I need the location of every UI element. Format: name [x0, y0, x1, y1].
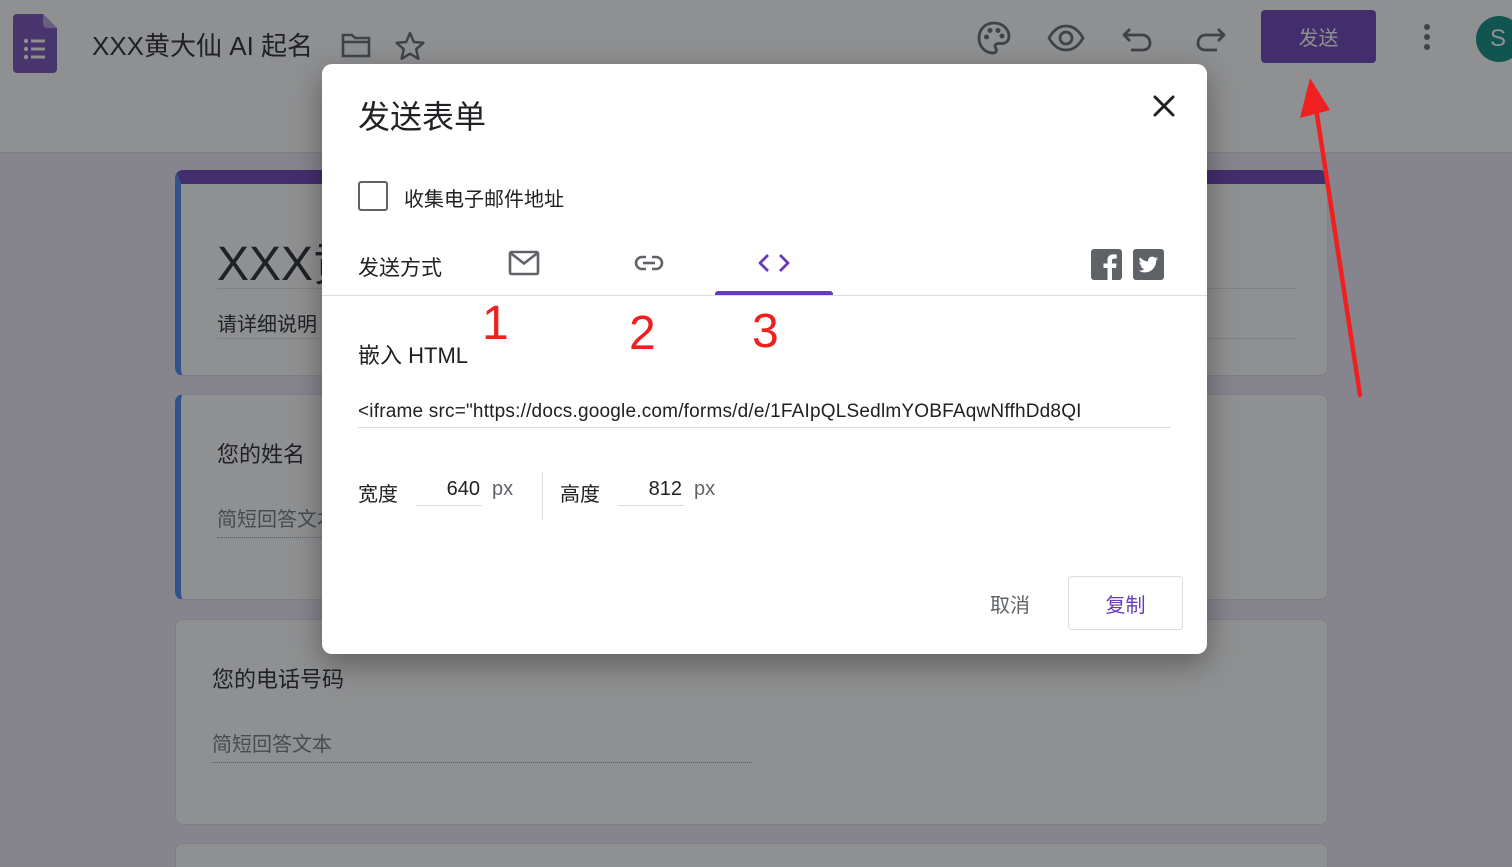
height-unit: px [694, 478, 716, 500]
height-label: 高度 [560, 484, 600, 506]
send-via-label: 发送方式 [358, 257, 442, 280]
height-input[interactable] [618, 474, 684, 506]
annotation-number-1: 1 [482, 297, 509, 350]
width-label: 宽度 [358, 484, 398, 506]
embed-html-label: 嵌入 HTML [358, 343, 469, 368]
twitter-share-button[interactable] [1133, 249, 1164, 280]
annotation-number-3: 3 [752, 305, 779, 358]
tab-email[interactable] [465, 232, 583, 294]
tab-divider [322, 295, 1207, 296]
link-icon [634, 255, 664, 271]
annotation-number-2: 2 [629, 307, 656, 360]
dialog-title: 发送表单 [358, 99, 487, 135]
cancel-button[interactable]: 取消 [968, 580, 1052, 626]
twitter-icon [1138, 256, 1158, 273]
close-icon[interactable] [1146, 88, 1182, 124]
code-icon [758, 254, 790, 272]
facebook-icon [1103, 254, 1117, 280]
embed-code-field[interactable] [358, 396, 1171, 428]
mail-icon [508, 250, 540, 276]
annotation-arrow [1300, 78, 1363, 398]
copy-button[interactable]: 复制 [1068, 576, 1183, 630]
dimension-divider [542, 472, 543, 520]
tab-embed-html[interactable] [715, 232, 833, 294]
tab-link[interactable] [590, 232, 708, 294]
collect-email-label[interactable]: 收集电子邮件地址 [404, 183, 564, 212]
width-unit: px [492, 478, 514, 500]
width-input[interactable] [416, 474, 482, 506]
facebook-share-button[interactable] [1091, 249, 1122, 280]
collect-email-checkbox[interactable] [358, 181, 388, 211]
send-form-dialog: 发送表单 收集电子邮件地址 发送方式 嵌入 HTML <iframe src="… [322, 64, 1207, 654]
